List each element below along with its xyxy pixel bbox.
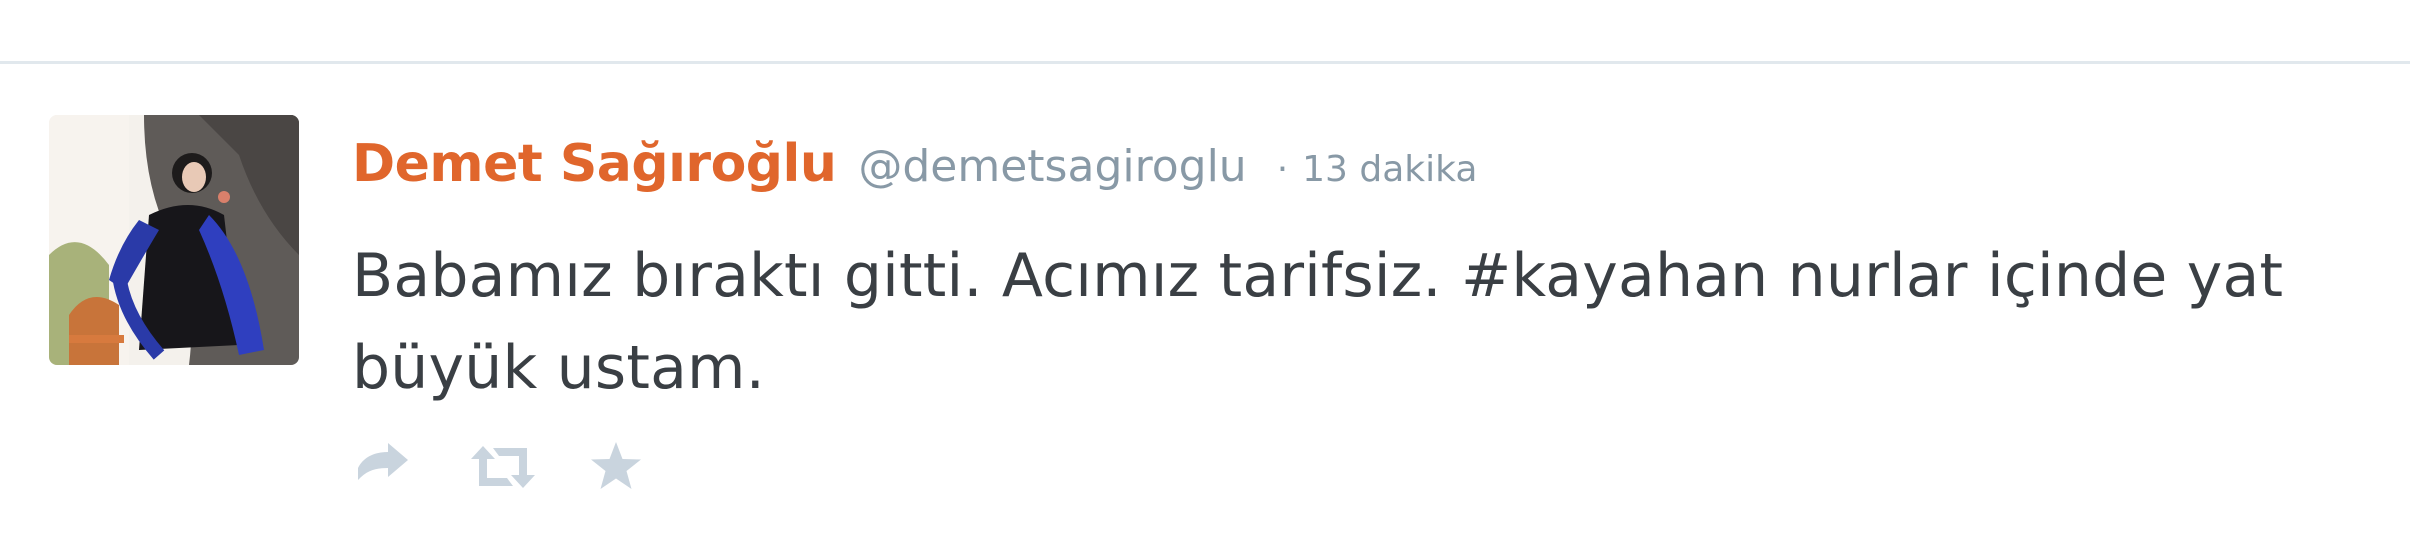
avatar-photo: [49, 115, 299, 365]
tweet-page: Demet Sağıroğlu @demetsagiroglu · 13 dak…: [0, 0, 2410, 555]
retweet-icon: [471, 446, 535, 488]
author-handle[interactable]: @demetsagiroglu: [858, 141, 1246, 192]
reply-icon: [358, 443, 408, 480]
tweet-timestamp[interactable]: 13 dakika: [1302, 149, 1477, 190]
avatar[interactable]: [49, 115, 299, 365]
tweet-header: Demet Sağıroğlu @demetsagiroglu · 13 dak…: [352, 134, 1477, 206]
reply-button[interactable]: [352, 438, 412, 496]
top-divider: [0, 61, 2410, 64]
favorite-star-icon: [591, 442, 641, 489]
tweet-actions: [352, 438, 647, 496]
meta-separator: ·: [1276, 149, 1289, 190]
author-name[interactable]: Demet Sağıroğlu: [352, 134, 837, 194]
tweet-text: Babamız bıraktı gitti. Acımız tarifsiz. …: [352, 241, 2284, 403]
favorite-button[interactable]: [587, 438, 647, 496]
retweet-button[interactable]: [467, 438, 535, 496]
